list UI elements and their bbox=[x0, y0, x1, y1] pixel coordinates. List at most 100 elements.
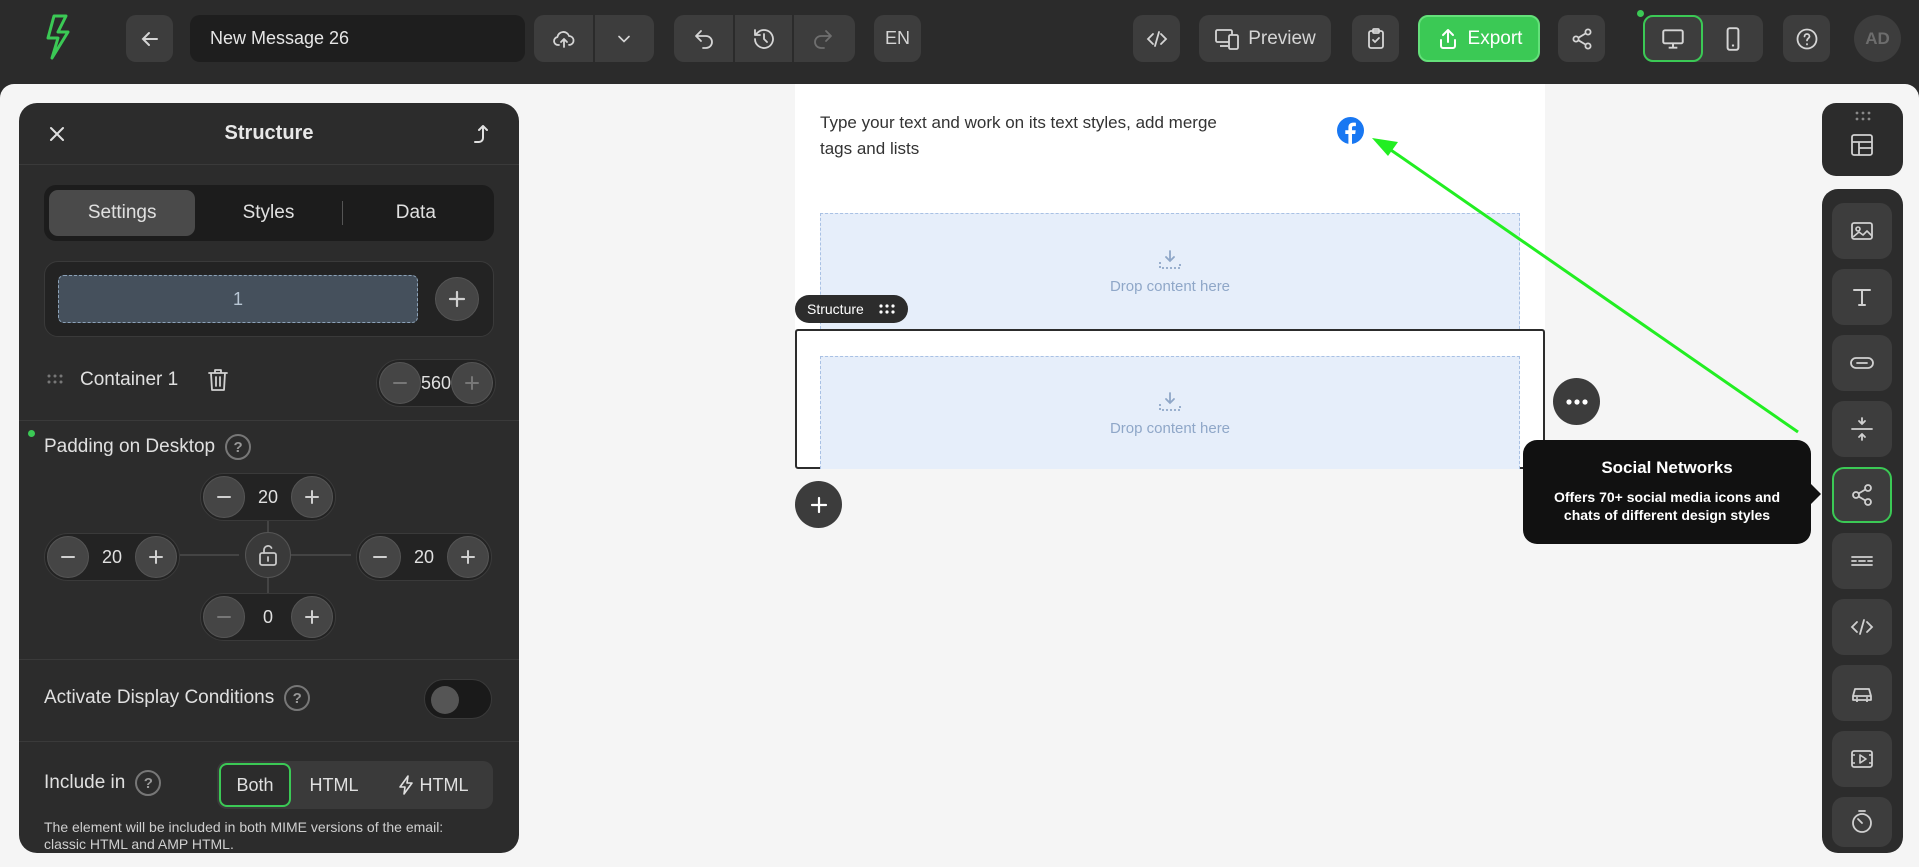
drop-zone-top[interactable]: Drop content here bbox=[820, 213, 1520, 329]
save-group bbox=[534, 15, 654, 62]
message-title-input[interactable]: New Message 26 bbox=[190, 15, 525, 62]
select-parent-icon[interactable] bbox=[469, 122, 493, 146]
mobile-view-button[interactable] bbox=[1703, 15, 1763, 62]
html-block-button[interactable] bbox=[1832, 599, 1892, 655]
include-in-label: Include in bbox=[44, 772, 126, 793]
display-conditions-label: Activate Display Conditions bbox=[44, 687, 275, 708]
back-button[interactable] bbox=[126, 15, 173, 62]
unlock-icon bbox=[259, 545, 277, 566]
increase-padding-right-button[interactable] bbox=[447, 536, 489, 578]
clipboard-check-icon bbox=[1367, 27, 1384, 49]
decrease-padding-left-button[interactable] bbox=[47, 536, 89, 578]
image-block-button[interactable] bbox=[1832, 203, 1892, 259]
text-icon bbox=[1853, 289, 1871, 306]
increase-padding-top-button[interactable] bbox=[291, 476, 333, 518]
spacer-block-button[interactable] bbox=[1832, 401, 1892, 457]
drop-label: Drop content here bbox=[1109, 278, 1231, 295]
menu-block-button[interactable] bbox=[1832, 533, 1892, 589]
share-button[interactable] bbox=[1558, 15, 1605, 62]
devices-icon bbox=[1215, 28, 1240, 50]
drop-zone-selected[interactable]: Drop content here bbox=[820, 356, 1520, 469]
help-button[interactable] bbox=[1783, 15, 1830, 62]
menu-icon bbox=[1851, 556, 1873, 566]
trash-icon[interactable] bbox=[206, 367, 230, 393]
panel-tabs: Settings Styles Data bbox=[44, 185, 494, 241]
more-dots-icon bbox=[1565, 398, 1588, 405]
code-editor-button[interactable] bbox=[1133, 15, 1180, 62]
chevron-down-icon bbox=[617, 35, 630, 43]
tab-settings[interactable]: Settings bbox=[49, 190, 196, 236]
display-conditions-toggle[interactable] bbox=[424, 679, 492, 719]
user-avatar[interactable]: AD bbox=[1854, 15, 1901, 62]
add-structure-button[interactable] bbox=[795, 481, 842, 528]
decrease-padding-top-button[interactable] bbox=[203, 476, 245, 518]
export-icon bbox=[1439, 28, 1456, 49]
product-block-button[interactable] bbox=[1832, 665, 1892, 721]
tab-data[interactable]: Data bbox=[343, 190, 489, 236]
add-column-button[interactable] bbox=[435, 277, 479, 321]
panel-title: Structure bbox=[224, 122, 314, 144]
container-width-stepper: 560 bbox=[376, 359, 496, 407]
help-icon[interactable]: ? bbox=[225, 434, 252, 460]
device-toggle bbox=[1643, 15, 1763, 62]
redo-button[interactable] bbox=[792, 15, 851, 62]
export-button[interactable]: Export bbox=[1418, 15, 1540, 62]
preview-button[interactable]: Preview bbox=[1199, 15, 1331, 62]
test-checklist-button[interactable] bbox=[1352, 15, 1399, 62]
decrease-padding-bottom-button[interactable] bbox=[203, 596, 245, 638]
video-icon bbox=[1851, 750, 1873, 768]
increase-padding-left-button[interactable] bbox=[135, 536, 177, 578]
facebook-icon[interactable] bbox=[1336, 116, 1365, 145]
selected-structure[interactable]: Drop content here bbox=[795, 329, 1545, 469]
padding-top-value[interactable]: 20 bbox=[245, 487, 291, 508]
help-icon[interactable]: ? bbox=[284, 685, 311, 711]
structure-tag[interactable]: Structure bbox=[795, 295, 908, 323]
drag-dots-icon[interactable] bbox=[878, 303, 896, 315]
padding-bottom-value[interactable]: 0 bbox=[245, 607, 291, 628]
share-icon bbox=[1572, 28, 1591, 49]
spacer-icon bbox=[1851, 417, 1873, 441]
save-options-dropdown[interactable] bbox=[593, 15, 652, 62]
section-divider bbox=[19, 741, 519, 742]
modules-icon[interactable] bbox=[1848, 131, 1876, 159]
padding-left-value[interactable]: 20 bbox=[89, 547, 135, 568]
history-button[interactable] bbox=[733, 15, 792, 62]
minus-icon bbox=[61, 556, 75, 558]
timer-block-button[interactable] bbox=[1832, 797, 1892, 847]
padding-left-stepper: 20 bbox=[44, 533, 180, 581]
drag-dots-icon[interactable] bbox=[1854, 111, 1872, 121]
plus-icon bbox=[465, 376, 479, 390]
include-html-option[interactable]: HTML bbox=[294, 763, 374, 807]
padding-right-value[interactable]: 20 bbox=[401, 547, 447, 568]
desktop-view-button[interactable] bbox=[1643, 15, 1703, 62]
more-options-button[interactable] bbox=[1553, 378, 1600, 425]
social-block-button[interactable] bbox=[1832, 467, 1892, 523]
container-width-value[interactable]: 560 bbox=[421, 373, 451, 394]
increase-width-button[interactable] bbox=[451, 362, 493, 404]
drag-handle-icon[interactable] bbox=[46, 373, 64, 385]
undo-button[interactable] bbox=[674, 15, 733, 62]
changed-indicator-dot bbox=[28, 430, 35, 437]
close-icon[interactable] bbox=[45, 122, 69, 146]
connector-line bbox=[287, 554, 351, 556]
help-icon[interactable]: ? bbox=[135, 770, 162, 796]
text-block[interactable]: Type your text and work on its text styl… bbox=[820, 110, 1220, 162]
padding-lock-button[interactable] bbox=[245, 532, 291, 578]
include-both-option[interactable]: Both bbox=[219, 763, 291, 807]
question-circle-icon bbox=[1796, 28, 1817, 49]
structure-settings-panel: Structure Settings Styles Data 1 Contain… bbox=[19, 103, 519, 853]
upload-button[interactable] bbox=[534, 15, 593, 62]
text-block-button[interactable] bbox=[1832, 269, 1892, 325]
column-chip[interactable]: 1 bbox=[58, 275, 418, 323]
tab-styles[interactable]: Styles bbox=[195, 190, 341, 236]
panel-header: Structure bbox=[19, 103, 519, 165]
language-button[interactable]: EN bbox=[874, 15, 921, 62]
decrease-padding-right-button[interactable] bbox=[359, 536, 401, 578]
decrease-width-button[interactable] bbox=[379, 362, 421, 404]
video-block-button[interactable] bbox=[1832, 731, 1892, 787]
button-block-button[interactable] bbox=[1832, 335, 1892, 391]
increase-padding-bottom-button[interactable] bbox=[291, 596, 333, 638]
preview-label: Preview bbox=[1248, 27, 1316, 49]
plus-icon bbox=[305, 610, 319, 624]
include-amp-html-option[interactable]: HTML bbox=[377, 763, 489, 807]
